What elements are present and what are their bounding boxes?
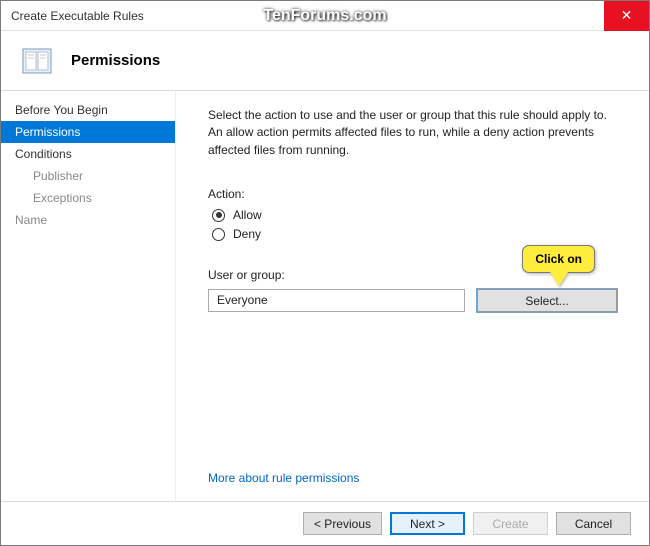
instruction-callout: Click on bbox=[522, 245, 595, 286]
radio-allow-input[interactable] bbox=[212, 209, 225, 222]
wizard-window: Create Executable Rules TenForums.com ✕ … bbox=[0, 0, 650, 546]
sidebar-item-publisher[interactable]: Publisher bbox=[1, 165, 175, 187]
radio-deny[interactable]: Deny bbox=[212, 227, 617, 241]
sidebar-item-exceptions[interactable]: Exceptions bbox=[1, 187, 175, 209]
sidebar-item-conditions[interactable]: Conditions bbox=[1, 143, 175, 165]
select-button[interactable]: Select... bbox=[477, 289, 617, 312]
wizard-header: Permissions bbox=[1, 31, 649, 91]
sidebar-item-name[interactable]: Name bbox=[1, 209, 175, 231]
window-title: Create Executable Rules bbox=[11, 9, 144, 23]
user-group-field[interactable]: Everyone bbox=[208, 289, 465, 312]
watermark-text: TenForums.com bbox=[263, 7, 386, 25]
callout-text: Click on bbox=[522, 245, 595, 273]
close-icon: ✕ bbox=[621, 7, 633, 24]
radio-deny-label: Deny bbox=[233, 227, 261, 241]
wizard-body: Before You Begin Permissions Conditions … bbox=[1, 91, 649, 501]
next-button[interactable]: Next > bbox=[390, 512, 465, 535]
titlebar: Create Executable Rules TenForums.com ✕ bbox=[1, 1, 649, 31]
content-area: Select the action to use and the user or… bbox=[176, 91, 649, 501]
radio-allow[interactable]: Allow bbox=[212, 208, 617, 222]
previous-button[interactable]: < Previous bbox=[303, 512, 382, 535]
callout-tail bbox=[550, 272, 568, 286]
sidebar: Before You Begin Permissions Conditions … bbox=[1, 91, 176, 501]
radio-deny-input[interactable] bbox=[212, 228, 225, 241]
create-button: Create bbox=[473, 512, 548, 535]
more-about-link[interactable]: More about rule permissions bbox=[208, 471, 617, 491]
description-text: Select the action to use and the user or… bbox=[208, 107, 617, 159]
cancel-button[interactable]: Cancel bbox=[556, 512, 631, 535]
wizard-footer: < Previous Next > Create Cancel bbox=[1, 501, 649, 545]
radio-allow-label: Allow bbox=[233, 208, 262, 222]
user-group-section: User or group: Click on Everyone Select.… bbox=[208, 268, 617, 312]
action-label: Action: bbox=[208, 187, 617, 201]
sidebar-item-before-you-begin[interactable]: Before You Begin bbox=[1, 99, 175, 121]
permissions-icon bbox=[21, 45, 53, 77]
sidebar-item-permissions[interactable]: Permissions bbox=[1, 121, 175, 143]
page-title: Permissions bbox=[71, 52, 160, 69]
close-button[interactable]: ✕ bbox=[604, 1, 649, 31]
